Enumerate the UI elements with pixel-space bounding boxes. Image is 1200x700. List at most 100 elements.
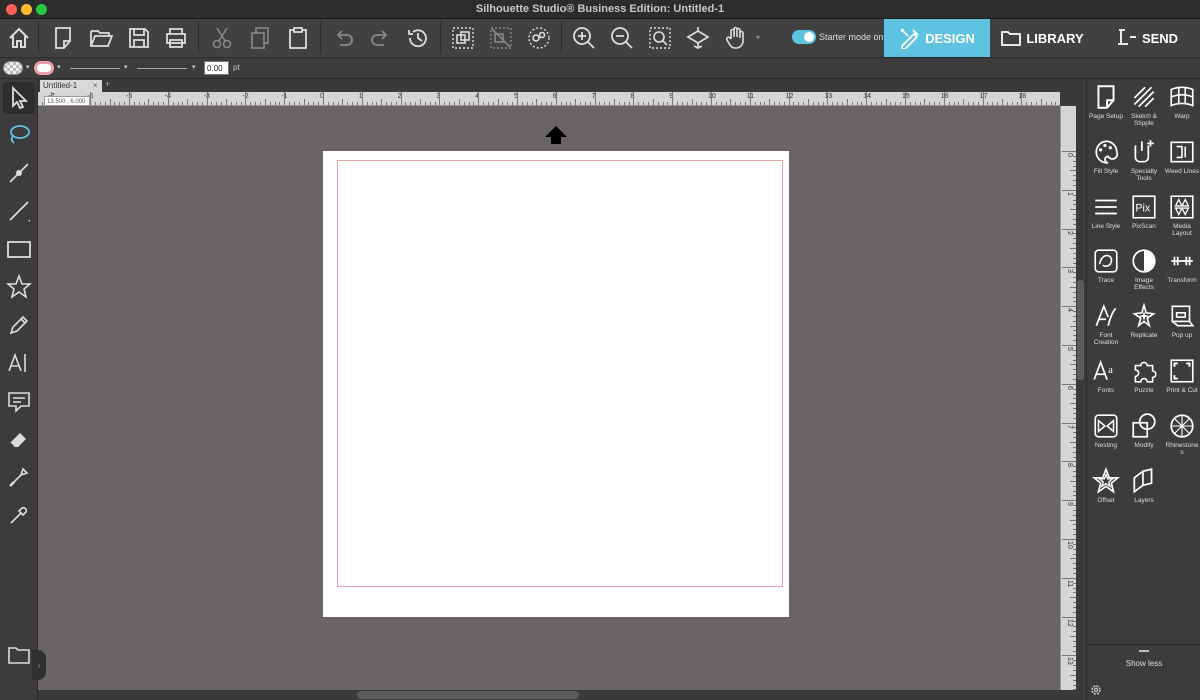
- line-style-caret[interactable]: ▾: [124, 63, 128, 71]
- zoom-in-button[interactable]: [569, 23, 599, 53]
- vertical-scrollbar[interactable]: [1076, 106, 1085, 690]
- panel-item-media-layout[interactable]: Media Layout: [1163, 192, 1200, 244]
- panel-item-icon-wrap: [1091, 301, 1121, 331]
- text-tool[interactable]: [3, 347, 35, 379]
- panel-item-layers[interactable]: Layers: [1125, 466, 1163, 518]
- history-button[interactable]: [403, 23, 433, 53]
- select-tool[interactable]: [3, 82, 35, 114]
- ruler-tick: [832, 102, 834, 105]
- library-folder-button[interactable]: [3, 639, 35, 671]
- panel-item-nesting[interactable]: Nesting: [1087, 411, 1125, 463]
- ruler-tick: [187, 99, 189, 105]
- print-button[interactable]: [161, 23, 191, 53]
- panel-item-weed-lines[interactable]: Weed Lines: [1163, 137, 1200, 189]
- warp-icon: [1170, 86, 1194, 107]
- ungroup-button[interactable]: [486, 23, 516, 53]
- new-document-button[interactable]: [48, 23, 78, 53]
- ruler-tick: [124, 102, 126, 105]
- paste-button[interactable]: [283, 23, 313, 53]
- panel-item-fonts[interactable]: a Fonts: [1087, 356, 1125, 408]
- panel-item-image-effects[interactable]: Image Effects: [1125, 246, 1163, 298]
- ruler-tick: [1062, 500, 1076, 502]
- panel-item-rhinestones[interactable]: Rhinestone s: [1163, 411, 1200, 463]
- gear-icon[interactable]: [1089, 683, 1103, 697]
- notes-tool[interactable]: [3, 385, 35, 417]
- ruler-tick: [730, 99, 732, 105]
- starter-mode-toggle[interactable]: [792, 30, 816, 44]
- zoom-out-button[interactable]: [607, 23, 637, 53]
- ruler-tick: [614, 99, 615, 105]
- cutting-mat-page[interactable]: [323, 151, 789, 617]
- line-tool[interactable]: [3, 195, 35, 227]
- document-tab[interactable]: Untitled-1 ×: [40, 80, 102, 92]
- panel-item-offset[interactable]: Offset: [1087, 466, 1125, 518]
- tab-design[interactable]: DESIGN: [884, 19, 990, 57]
- line-color-caret[interactable]: ▾: [57, 63, 61, 71]
- panel-item-line-style[interactable]: Line Style: [1087, 192, 1125, 244]
- edit-points-tool[interactable]: [3, 157, 35, 189]
- ruler-tick: [691, 99, 693, 105]
- panel-item-pop-up[interactable]: Pop up: [1163, 301, 1200, 353]
- panel-item-modify[interactable]: Modify: [1125, 411, 1163, 463]
- open-button[interactable]: [86, 23, 116, 53]
- panel-item-page-setup[interactable]: Page Setup: [1087, 82, 1125, 134]
- drawing-tool[interactable]: [3, 309, 35, 341]
- home-button[interactable]: [4, 23, 34, 53]
- line-join-caret[interactable]: ▾: [192, 63, 196, 71]
- knife-tool[interactable]: [3, 461, 35, 493]
- close-tab-icon[interactable]: ×: [93, 80, 98, 92]
- save-button[interactable]: [124, 23, 154, 53]
- panel-item-font-creation[interactable]: Font Creation: [1087, 301, 1125, 353]
- pan-tool-button[interactable]: [721, 23, 751, 53]
- panel-item-pixscan[interactable]: Pix PixScan: [1125, 192, 1163, 244]
- group-button[interactable]: [448, 23, 478, 53]
- ruler-tick: [167, 92, 169, 105]
- line-style-selector[interactable]: [70, 68, 120, 69]
- panel-item-replicate[interactable]: Replicate: [1125, 301, 1163, 353]
- eyedropper-tool[interactable]: [3, 499, 35, 531]
- panel-item-transform[interactable]: Transform: [1163, 246, 1200, 298]
- panel-item-print-cut[interactable]: Print & Cut: [1163, 356, 1200, 408]
- ruler-tick: [890, 102, 892, 105]
- panel-item-puzzle[interactable]: Puzzle: [1125, 356, 1163, 408]
- eraser-tool[interactable]: [3, 423, 35, 455]
- line-width-input[interactable]: [204, 61, 229, 75]
- panel-item-fill-style[interactable]: Fill Style: [1087, 137, 1125, 189]
- fit-to-window-button[interactable]: [683, 23, 713, 53]
- undo-button[interactable]: [328, 23, 358, 53]
- tab-library[interactable]: LIBRARY: [990, 19, 1094, 57]
- make-compound-path-button[interactable]: [524, 23, 554, 53]
- cut-button[interactable]: [207, 23, 237, 53]
- add-tab-icon[interactable]: +: [105, 79, 110, 89]
- ruler-tick: [327, 102, 329, 105]
- redo-button[interactable]: [366, 23, 396, 53]
- tab-send[interactable]: SEND: [1094, 19, 1200, 57]
- line-join-selector[interactable]: [137, 68, 187, 69]
- rectangle-tool[interactable]: [3, 233, 35, 265]
- collapse-toolbox-handle[interactable]: ›: [32, 650, 46, 680]
- line-color-swatch[interactable]: [34, 61, 54, 75]
- panel-item-label: Line Style: [1091, 222, 1121, 230]
- ruler-tick: [1045, 102, 1047, 105]
- shape-tool[interactable]: [3, 271, 35, 303]
- design-canvas[interactable]: [38, 106, 1060, 690]
- print-icon: [166, 28, 186, 48]
- fill-color-caret[interactable]: ▾: [26, 63, 30, 71]
- fill-color-swatch[interactable]: [3, 61, 23, 75]
- ruler-tick: [405, 102, 407, 105]
- zoom-selection-button[interactable]: [645, 23, 675, 53]
- ruler-tick: [221, 102, 223, 105]
- copy-button[interactable]: [245, 23, 275, 53]
- image-effects-icon: [1132, 249, 1156, 274]
- horizontal-scrollbar-thumb[interactable]: [357, 691, 579, 699]
- lasso-tool[interactable]: [3, 119, 35, 151]
- panel-item-warp[interactable]: Warp: [1163, 82, 1200, 134]
- vertical-scrollbar-thumb[interactable]: [1077, 280, 1084, 380]
- panel-item-specialty-tools[interactable]: Specialty Tools: [1125, 137, 1163, 189]
- panel-item-trace[interactable]: Trace: [1087, 246, 1125, 298]
- text-tool-icon: [8, 352, 26, 372]
- panel-item-sketch-stipple[interactable]: Sketch & Stipple: [1125, 82, 1163, 134]
- panel-item-icon-wrap: [1091, 192, 1121, 222]
- show-less-button[interactable]: Show less: [1087, 659, 1200, 668]
- pan-tool-dropdown-caret[interactable]: ▾: [756, 33, 760, 42]
